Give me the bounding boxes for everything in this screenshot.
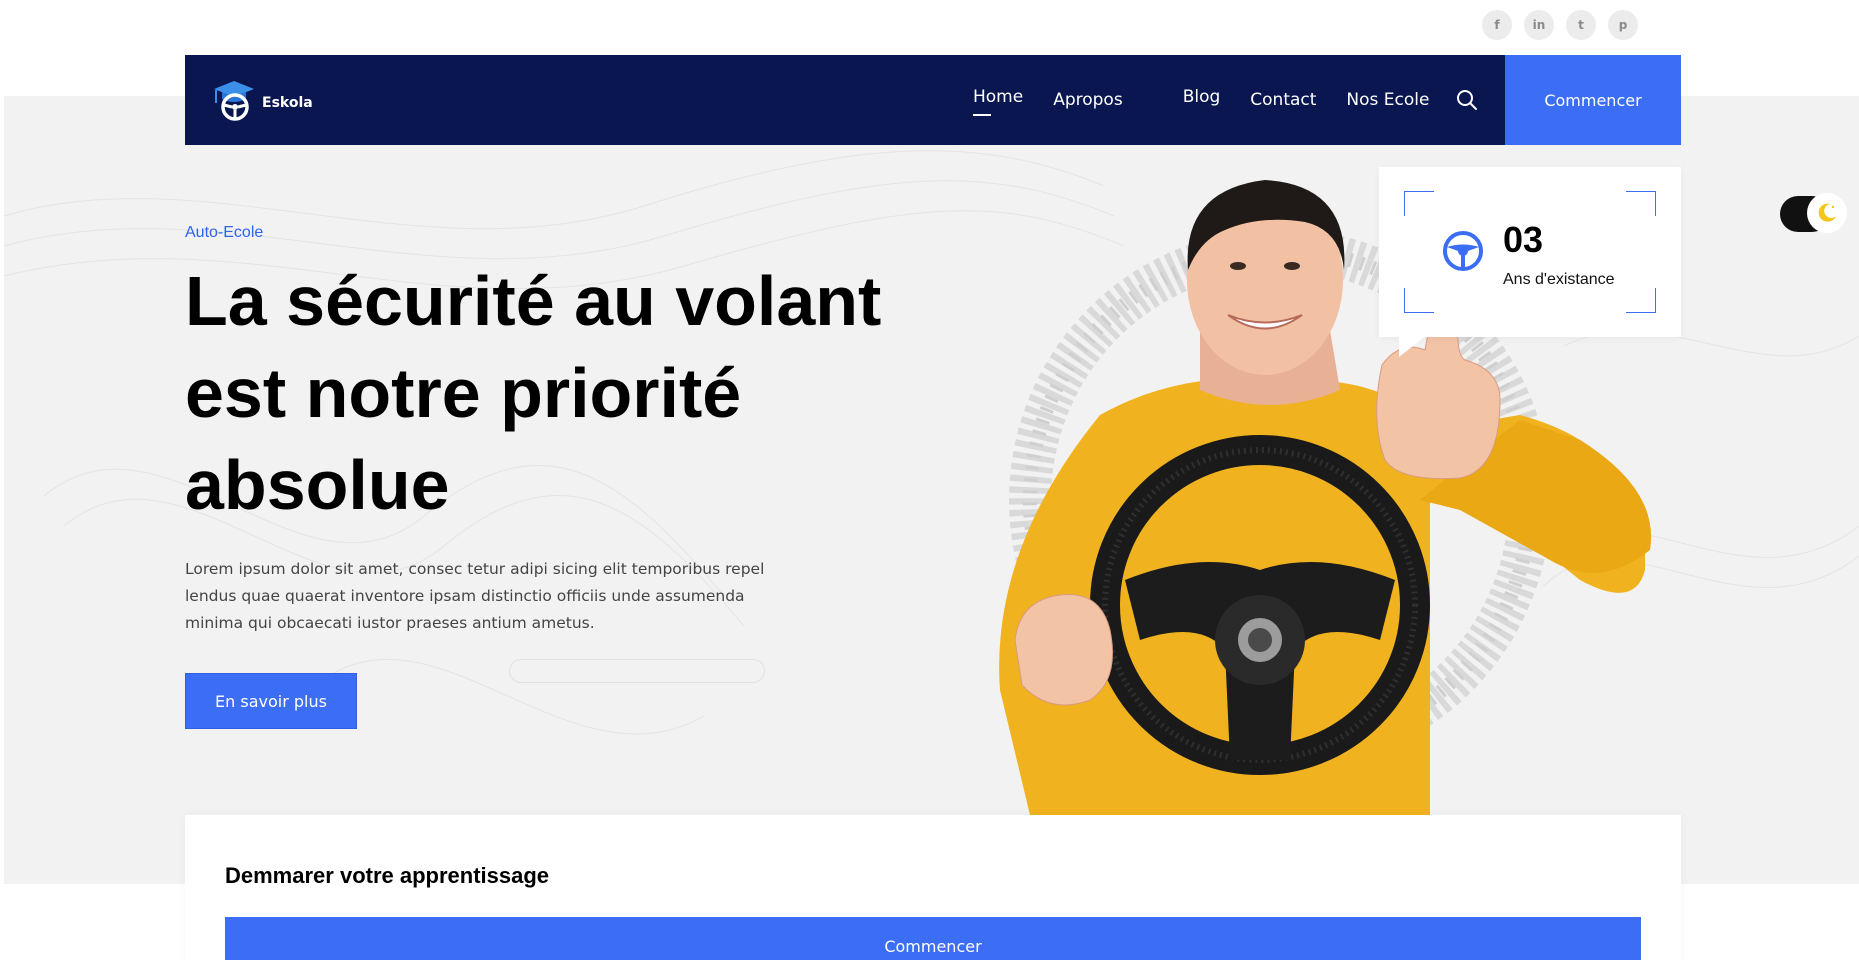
card-tail [1399,335,1427,357]
nav-item-apropos[interactable]: Apropos [1053,90,1123,110]
brand-name: Eskola [262,95,313,111]
graduation-cap-steering-wheel-icon [214,81,254,121]
main-navbar: Eskola Home Apropos Blog Contact Nos Eco… [185,55,1681,145]
nav-menu: Home Apropos Blog Contact Nos Ecole [973,87,1429,116]
theme-toggle-knob[interactable] [1807,193,1847,233]
card-corner [1404,288,1434,313]
years-stat-card: 03 Ans d'existance [1379,167,1681,357]
brand-logo[interactable]: Eskola [212,79,313,121]
start-learning-card: Demmarer votre apprentissage Commencer [185,815,1681,960]
twitter-icon[interactable]: t [1566,10,1596,40]
years-label: Ans d'existance [1503,271,1615,288]
social-links: f in t p [1482,10,1638,40]
start-learning-title: Demmarer votre apprentissage [225,863,550,888]
facebook-icon[interactable]: f [1482,10,1512,40]
nav-commencer-button[interactable]: Commencer [1505,55,1681,145]
nav-item-home[interactable]: Home [973,87,1023,116]
steering-wheel-icon [1443,231,1483,271]
nav-item-contact[interactable]: Contact [1250,90,1316,110]
decorative-pill [509,659,765,683]
start-learning-button[interactable]: Commencer [225,917,1641,960]
nav-item-nos-ecole[interactable]: Nos Ecole [1346,90,1429,110]
card-corner [1626,191,1656,216]
moon-icon [1818,203,1836,222]
en-savoir-plus-button[interactable]: En savoir plus [185,673,357,729]
linkedin-icon[interactable]: in [1524,10,1554,40]
card-corner [1626,288,1656,313]
hero-description: Lorem ipsum dolor sit amet, consec tetur… [185,560,765,632]
hero-title-line-3: absolue [185,446,450,524]
hero-title-line-1: La sécurité au volant [185,262,882,340]
hero-title-line-2: est notre priorité [185,354,742,432]
nav-item-blog[interactable]: Blog [1183,87,1221,107]
pinterest-icon[interactable]: p [1608,10,1638,40]
search-icon[interactable] [1455,88,1479,112]
page: f in t p Eskola Home Apropos Blog Contac… [0,0,1859,960]
card-corner [1404,191,1434,216]
years-value: 03 [1503,219,1544,260]
hero-title: La sécurité au volant est notre priorité… [185,255,945,531]
hero-eyebrow: Auto-Ecole [185,224,264,241]
